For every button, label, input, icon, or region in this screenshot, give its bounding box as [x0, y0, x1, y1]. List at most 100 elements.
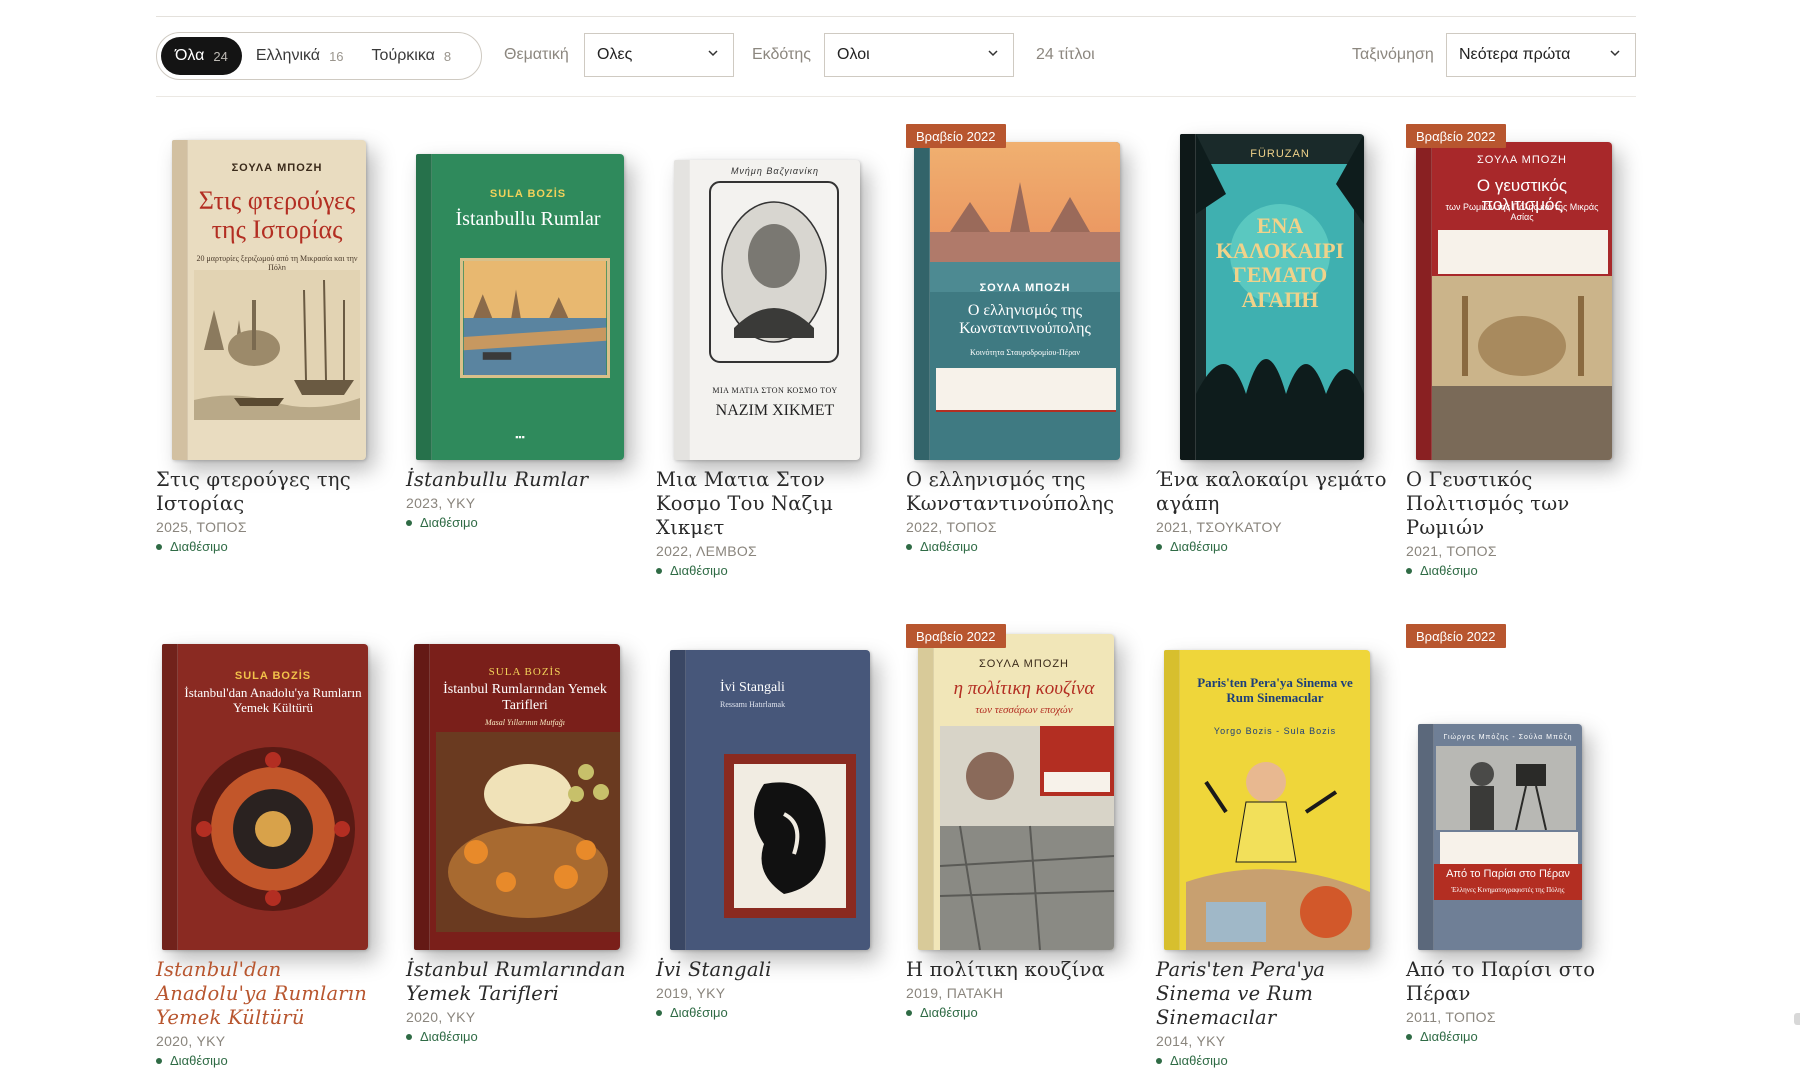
- cover-title: Από το Παρίσι στο Πέραν: [1446, 868, 1570, 880]
- availability-label: Διαθέσιμο: [170, 539, 228, 554]
- book-cover[interactable]: Paris'ten Pera'ya Sinema ve Rum Sinemacı…: [1164, 650, 1370, 950]
- cover-author: ΣΟΥΛΑ ΜΠΟΖΗ: [1477, 154, 1567, 166]
- cover-subtitle: ΜΙΑ ΜΑΤΙΑ ΣΤΟΝ ΚΟΣΜΟ ΤΟΥ: [712, 386, 838, 395]
- sort-label: Ταξινόμηση: [1352, 46, 1434, 63]
- book-title[interactable]: Στις φτερούγες της Ιστορίας: [156, 468, 396, 516]
- status-dot-icon: [156, 1057, 162, 1064]
- cover-award-ribbon: [936, 368, 1116, 412]
- cover-subtitle: Ressamı Hatırlamak: [720, 700, 786, 709]
- availability-label: Διαθέσιμο: [1170, 539, 1228, 554]
- cover-author: SULA BOZİS: [234, 670, 312, 682]
- cover-title: ΕΝΑ ΚΑΛΟΚΑΙΡΙ ΓΕΜΑΤΟ ΑΓΑΠΗ: [1215, 213, 1345, 312]
- availability-label: Διαθέσιμο: [1170, 1053, 1228, 1068]
- award-badge: Βραβείο 2022: [1406, 124, 1506, 148]
- book-card[interactable]: FÜRUZAN ΕΝΑ ΚΑΛΟΚΑΙΡΙ ΓΕΜΑΤΟ ΑΓΑΠΗ Ένα κ…: [1156, 124, 1406, 594]
- book-card[interactable]: SULA BOZİS İstanbul Rumlarından Yemek Ta…: [406, 614, 656, 1068]
- availability-status: Διαθέσιμο: [906, 1005, 1146, 1020]
- book-cover[interactable]: ΣΟΥΛΑ ΜΠΟΖΗ Στις φτερούγες της Ιστορίας …: [172, 140, 366, 460]
- result-count: 24 τίτλοι: [1036, 46, 1095, 63]
- status-dot-icon: [656, 567, 662, 574]
- theme-select[interactable]: Ολες: [584, 33, 734, 77]
- cover-author: ΣΟΥΛΑ ΜΠΟΖΗ: [231, 162, 323, 174]
- cover-illustration: [930, 142, 1120, 292]
- availability-status: Διαθέσιμο: [406, 515, 646, 530]
- segment-turkish[interactable]: Τούρκικα 8: [358, 37, 466, 75]
- cover-author: FÜRUZAN: [1250, 148, 1310, 160]
- cover-portrait: [709, 181, 839, 363]
- segment-all-label: Όλα: [175, 47, 205, 64]
- book-title[interactable]: İstanbullu Rumlar: [406, 468, 646, 492]
- book-meta: 2021, ΤΟΠΟΣ: [1406, 543, 1497, 559]
- segment-greek[interactable]: Ελληνικά 16: [242, 37, 358, 75]
- book-cover[interactable]: FÜRUZAN ΕΝΑ ΚΑΛΟΚΑΙΡΙ ΓΕΜΑΤΟ ΑΓΑΠΗ: [1180, 134, 1364, 460]
- book-card[interactable]: SULA BOZİS İstanbul'dan Anadolu'ya Rumla…: [156, 614, 406, 1068]
- cover-subtitle: Έλληνες Κινηματογραφιστές της Πόλης: [1451, 886, 1565, 894]
- cover-title: Ο ελληνισμός της Κωνσταντινούπολης: [959, 302, 1091, 337]
- book-title[interactable]: İstanbul Rumlarından Yemek Tarifleri: [406, 958, 646, 1006]
- scroll-indicator[interactable]: [1794, 1013, 1800, 1025]
- book-card[interactable]: Paris'ten Pera'ya Sinema ve Rum Sinemacı…: [1156, 614, 1406, 1068]
- segment-turkish-count: 8: [443, 48, 452, 64]
- book-cover[interactable]: Γιώργος Μπόζης - Σούλα Μπόζη Από το Παρί…: [1418, 724, 1582, 950]
- book-title[interactable]: Paris'ten Pera'ya Sinema ve Rum Sinemacı…: [1156, 958, 1396, 1030]
- book-row: ΣΟΥΛΑ ΜΠΟΖΗ Στις φτερούγες της Ιστορίας …: [156, 124, 1656, 594]
- chevron-down-icon: [708, 50, 718, 57]
- award-badge: Βραβείο 2022: [1406, 624, 1506, 648]
- cover-subtitle: των Ρωμιών της Πόλης και της Μικράς Ασία…: [1445, 202, 1599, 222]
- book-title[interactable]: Istanbul'dan Anadolu'ya Rumların Yemek K…: [156, 958, 396, 1030]
- book-card[interactable]: Βραβείο 2022 ΣΟΥΛΑ ΜΠΟΖΗ η πολίτικη κουζ…: [906, 614, 1156, 1068]
- book-meta: 2019, ΠΑΤΑΚΗ: [906, 985, 1004, 1001]
- publisher-label: Εκδότης: [752, 46, 811, 63]
- status-dot-icon: [406, 1033, 412, 1040]
- book-cover[interactable]: SULA BOZİS İstanbul Rumlarından Yemek Ta…: [414, 644, 620, 950]
- book-meta: 2014, YKY: [1156, 1033, 1226, 1049]
- book-title[interactable]: İvi Stangali: [656, 958, 896, 982]
- cover-illustration: [1186, 742, 1370, 950]
- book-cover[interactable]: ΣΟΥΛΑ ΜΠΟΖΗ Ο γευστικός πολιτισμός των Ρ…: [1416, 142, 1612, 460]
- availability-label: Διαθέσιμο: [670, 1005, 728, 1020]
- segment-greek-label: Ελληνικά: [255, 47, 321, 64]
- book-card[interactable]: ΣΟΥΛΑ ΜΠΟΖΗ Στις φτερούγες της Ιστορίας …: [156, 124, 406, 594]
- book-cover[interactable]: SULA BOZİS İstanbul'dan Anadolu'ya Rumla…: [162, 644, 368, 950]
- cover-author: ΣΟΥΛΑ ΜΠΟΖΗ: [979, 658, 1069, 670]
- availability-status: Διαθέσιμο: [656, 563, 896, 578]
- cover-title: İstanbullu Rumlar: [455, 208, 601, 230]
- segment-all[interactable]: Όλα 24: [161, 37, 242, 75]
- book-meta: 2022, ΛΕΜΒΟΣ: [656, 543, 757, 559]
- book-meta: 2011, ΤΟΠΟΣ: [1406, 1009, 1496, 1025]
- book-title[interactable]: Ένα καλοκαίρι γεμάτο αγάπη: [1156, 468, 1396, 516]
- availability-label: Διαθέσιμο: [1420, 563, 1478, 578]
- cover-illustration: [460, 258, 610, 378]
- book-card[interactable]: Βραβείο 2022 Γιώργος Μπόζης - Σούλα Μπόζ…: [1406, 614, 1656, 1068]
- book-cover[interactable]: İvi Stangali Ressamı Hatırlamak: [670, 650, 870, 950]
- cover-author: Γιώργος Μπόζης - Σούλα Μπόζη: [1443, 734, 1573, 741]
- book-card[interactable]: Μνήμη Βαζγιανίκη ΜΙΑ ΜΑΤΙΑ ΣΤΟΝ ΚΟΣΜΟ ΤΟ…: [656, 124, 906, 594]
- book-cover[interactable]: ΣΟΥΛΑ ΜΠΟΖΗ Ο ελληνισμός της Κωνσταντινο…: [914, 142, 1120, 460]
- availability-status: Διαθέσιμο: [156, 1053, 396, 1068]
- book-card[interactable]: Βραβείο 2022 ΣΟΥΛΑ ΜΠΟΖΗ Ο γευστικός πολ…: [1406, 124, 1656, 594]
- cover-illustration: [1432, 276, 1612, 460]
- book-meta: 2022, ΤΟΠΟΣ: [906, 519, 997, 535]
- cover-illustration: [940, 726, 1114, 950]
- publisher-select[interactable]: Ολοι: [824, 33, 1014, 77]
- book-title[interactable]: Από το Παρίσι στο Πέραν: [1406, 958, 1646, 1006]
- segment-greek-count: 16: [329, 48, 344, 64]
- book-title[interactable]: Η πολίτικη κουζίνα: [906, 958, 1146, 982]
- segment-all-count: 24: [213, 48, 228, 64]
- sort-select[interactable]: Νεότερα πρώτα: [1446, 33, 1636, 77]
- availability-label: Διαθέσιμο: [920, 1005, 978, 1020]
- book-title[interactable]: Ο Γευστικός Πολιτισμός των Ρωμιών: [1406, 468, 1646, 540]
- book-card[interactable]: İvi Stangali Ressamı Hatırlamak İvi Stan…: [656, 614, 906, 1068]
- chevron-down-icon: [1610, 50, 1620, 57]
- book-cover[interactable]: Μνήμη Βαζγιανίκη ΜΙΑ ΜΑΤΙΑ ΣΤΟΝ ΚΟΣΜΟ ΤΟ…: [674, 160, 860, 460]
- book-title[interactable]: Ο ελληνισμός της Κωνσταντινούπολης: [906, 468, 1146, 516]
- book-card[interactable]: Βραβείο 2022 ΣΟΥΛΑ ΜΠΟΖΗ Ο ελληνισμός τη…: [906, 124, 1156, 594]
- availability-status: Διαθέσιμο: [1156, 539, 1396, 554]
- book-card[interactable]: SULA BOZİS İstanbullu Rumlar ▪▪▪ İstanbu…: [406, 124, 656, 594]
- cover-author: SULA BOZİS: [488, 666, 562, 678]
- book-title[interactable]: Μια Ματια Στον Κοσμο Του Ναζιμ Χικμετ: [656, 468, 896, 540]
- availability-status: Διαθέσιμο: [1406, 563, 1646, 578]
- book-cover[interactable]: ΣΟΥΛΑ ΜΠΟΖΗ η πολίτικη κουζίνα των τεσσά…: [918, 634, 1114, 950]
- availability-status: Διαθέσιμο: [656, 1005, 896, 1020]
- book-cover[interactable]: SULA BOZİS İstanbullu Rumlar ▪▪▪: [416, 154, 624, 460]
